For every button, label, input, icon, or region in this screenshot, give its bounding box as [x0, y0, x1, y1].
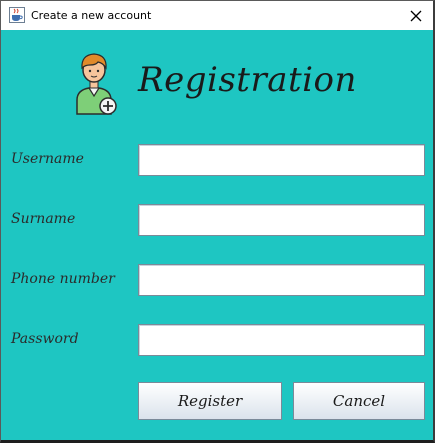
username-field[interactable]	[138, 144, 425, 176]
username-label: Username	[11, 151, 84, 167]
password-label: Password	[11, 331, 79, 347]
phone-number-label: Phone number	[11, 271, 115, 287]
phone-number-field[interactable]	[138, 264, 425, 296]
cancel-button[interactable]: Cancel	[293, 382, 425, 420]
user-add-icon	[73, 50, 119, 116]
surname-field[interactable]	[138, 204, 425, 236]
close-button[interactable]	[399, 1, 433, 30]
form-panel: Registration Username Surname Phone numb…	[1, 30, 433, 440]
java-cup-icon	[9, 7, 25, 23]
register-button[interactable]: Register	[138, 382, 282, 420]
window-title: Create a new account	[31, 9, 152, 22]
surname-label: Surname	[11, 211, 76, 227]
password-field[interactable]	[138, 324, 425, 356]
close-icon	[410, 10, 422, 21]
page-title: Registration	[138, 60, 357, 100]
title-bar[interactable]: Create a new account	[1, 1, 433, 30]
registration-window: Create a new account Registration Userna…	[0, 0, 435, 443]
